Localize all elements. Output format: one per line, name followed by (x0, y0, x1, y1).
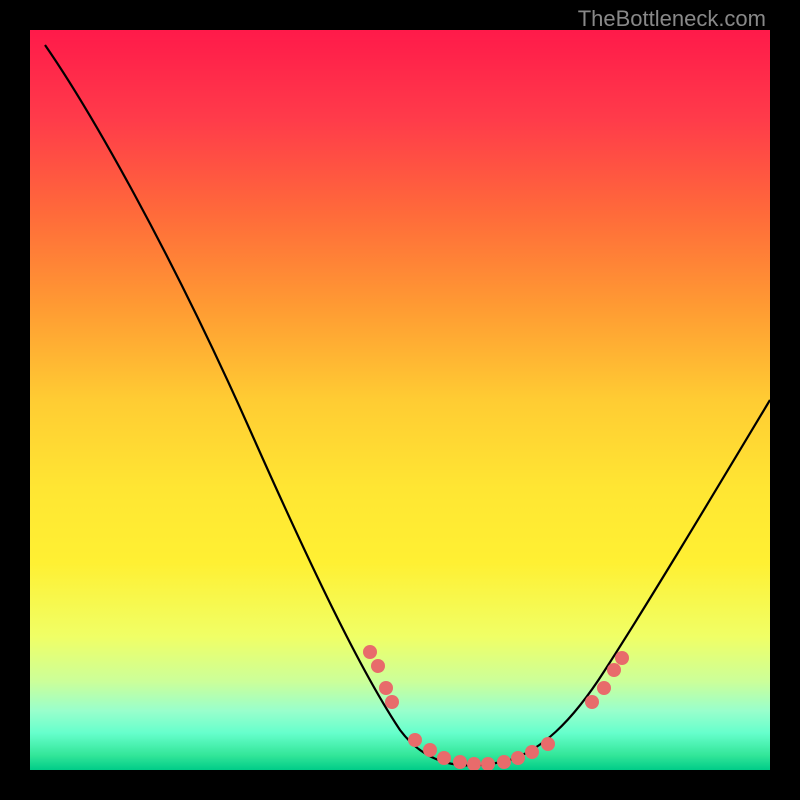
curve-marker (597, 681, 611, 695)
curve-marker (525, 745, 539, 759)
watermark-text: TheBottleneck.com (578, 6, 766, 32)
curve-marker (497, 755, 511, 769)
curve-marker (437, 751, 451, 765)
curve-marker (385, 695, 399, 709)
curve-marker (453, 755, 467, 769)
curve-marker (423, 743, 437, 757)
curve-marker (363, 645, 377, 659)
curve-svg (30, 30, 770, 770)
curve-marker (511, 751, 525, 765)
plot-gradient-background (30, 30, 770, 770)
curve-marker (615, 651, 629, 665)
curve-marker (607, 663, 621, 677)
chart-container: TheBottleneck.com (0, 0, 800, 800)
bottleneck-curve-path (45, 45, 770, 766)
curve-marker (467, 757, 481, 770)
curve-marker (408, 733, 422, 747)
curve-marker (541, 737, 555, 751)
curve-marker (585, 695, 599, 709)
curve-marker (481, 757, 495, 770)
curve-marker (371, 659, 385, 673)
curve-marker (379, 681, 393, 695)
